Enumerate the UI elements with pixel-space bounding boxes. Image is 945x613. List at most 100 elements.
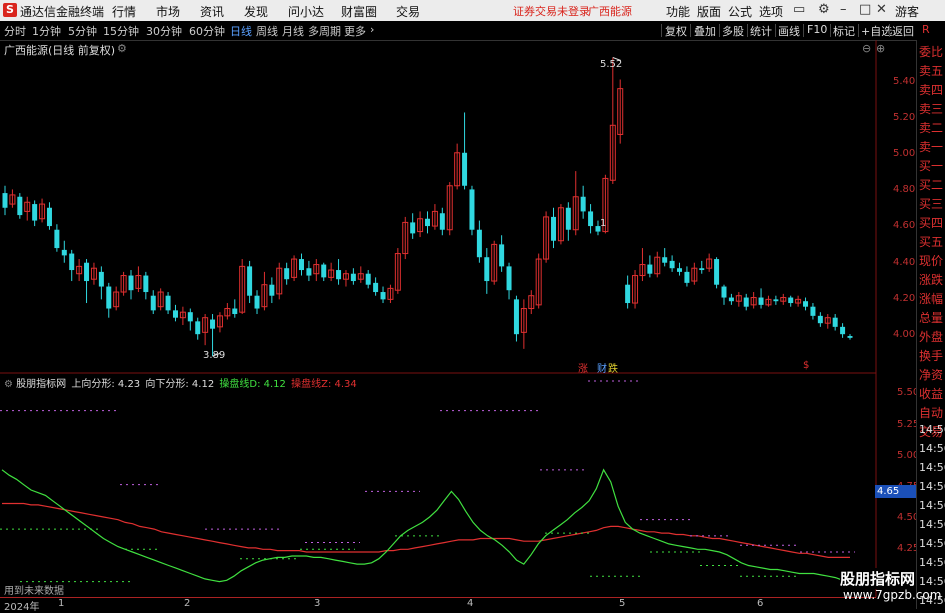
candle-body bbox=[817, 315, 823, 324]
period-tab-30min[interactable]: 30分钟 bbox=[146, 23, 182, 39]
message-icon[interactable]: ▭ bbox=[793, 2, 805, 17]
user-label[interactable]: 游客 bbox=[895, 3, 919, 20]
menu-item-layout[interactable]: 版面 bbox=[697, 3, 721, 20]
settings-icon[interactable]: ⚙ bbox=[818, 2, 830, 17]
period-tab-timeshare[interactable]: 分时 bbox=[4, 23, 26, 39]
toolbar-overlay[interactable]: 叠加 bbox=[694, 23, 716, 39]
app-logo-icon: S bbox=[3, 3, 17, 17]
maximize-icon[interactable]: □ bbox=[859, 2, 871, 17]
side-panel-item[interactable]: 买二 bbox=[919, 179, 943, 192]
menu-item-wealth[interactable]: 财富圈 bbox=[341, 3, 377, 20]
side-panel-item[interactable]: 总量 bbox=[919, 312, 943, 325]
event-label-rise[interactable]: 涨 bbox=[578, 360, 588, 375]
candle-body bbox=[728, 297, 734, 302]
candle-body bbox=[321, 264, 327, 278]
side-panel-item[interactable]: 卖五 bbox=[919, 65, 943, 78]
candle-body bbox=[143, 275, 149, 293]
menu-item-ask[interactable]: 问小达 bbox=[288, 3, 324, 20]
toolbar-f10[interactable]: F10 bbox=[807, 23, 827, 36]
menu-item-discover[interactable]: 发现 bbox=[244, 3, 268, 20]
candle-body bbox=[810, 306, 816, 316]
side-panel-item[interactable]: 卖二 bbox=[919, 122, 943, 135]
toolbar-add-watchlist[interactable]: +自选 bbox=[861, 23, 892, 39]
side-panel-item[interactable]: 收益 bbox=[919, 388, 943, 401]
period-tab-60min[interactable]: 60分钟 bbox=[189, 23, 225, 39]
date-label-month: 3 bbox=[314, 598, 321, 609]
candle-body bbox=[247, 266, 253, 296]
menu-item-news[interactable]: 资讯 bbox=[200, 3, 224, 20]
toolbar-restore-rights[interactable]: 复权 bbox=[665, 23, 687, 39]
event-label-finance[interactable]: 财 bbox=[597, 360, 607, 375]
candle-body bbox=[84, 262, 90, 282]
toolbar-draw-line[interactable]: 画线 bbox=[778, 23, 800, 39]
minimize-icon[interactable]: – bbox=[840, 2, 847, 17]
line-z-label: 操盘线Z: bbox=[291, 379, 332, 390]
candle-body bbox=[232, 308, 238, 315]
side-panel-item[interactable]: 买三 bbox=[919, 198, 943, 211]
toolbar-divider bbox=[719, 24, 720, 37]
side-panel-item[interactable]: 涨幅 bbox=[919, 293, 943, 306]
current-value-badge: 4.65 bbox=[875, 485, 917, 498]
future-data-note: 用到未来数据 bbox=[4, 586, 64, 597]
side-panel-item[interactable]: 现价 bbox=[919, 255, 943, 268]
side-panel-item[interactable]: 买四 bbox=[919, 217, 943, 230]
settings-icon[interactable]: ⚙ bbox=[117, 42, 127, 55]
candle-body bbox=[306, 268, 312, 276]
menu-item-quotes[interactable]: 行情 bbox=[112, 3, 136, 20]
toolbar-multi-stock[interactable]: 多股 bbox=[722, 23, 744, 39]
close-icon[interactable]: ✕ bbox=[876, 2, 887, 17]
trade-login-notice[interactable]: 证券交易未登录 bbox=[513, 3, 590, 19]
side-panel-item[interactable]: 自动 bbox=[919, 407, 943, 420]
zoom-in-icon[interactable]: ⊕ bbox=[876, 42, 885, 55]
period-tab-1min[interactable]: 1分钟 bbox=[32, 23, 61, 39]
toolbar-mark[interactable]: 标记 bbox=[833, 23, 855, 39]
settings-icon[interactable]: ⚙ bbox=[4, 379, 13, 390]
menu-item-trade[interactable]: 交易 bbox=[396, 3, 420, 20]
period-tab-monthly[interactable]: 月线 bbox=[282, 23, 304, 39]
side-panel-item[interactable]: 外盘 bbox=[919, 331, 943, 344]
side-panel-item[interactable]: 换手 bbox=[919, 350, 943, 363]
period-tab-15min[interactable]: 15分钟 bbox=[103, 23, 139, 39]
panel-letter-r[interactable]: R bbox=[922, 23, 930, 36]
period-tab-daily[interactable]: 日线 bbox=[230, 23, 252, 39]
period-tab-more[interactable]: 更多 bbox=[344, 23, 366, 39]
candle-body bbox=[714, 259, 720, 285]
candle-body bbox=[773, 299, 779, 302]
side-panel-item[interactable]: 涨跌 bbox=[919, 274, 943, 287]
toolbar-back[interactable]: 返回 bbox=[892, 23, 914, 39]
menu-item-options[interactable]: 选项 bbox=[759, 3, 783, 20]
menu-item-market[interactable]: 市场 bbox=[156, 3, 180, 20]
toolbar-statistics[interactable]: 统计 bbox=[750, 23, 772, 39]
menu-item-function[interactable]: 功能 bbox=[666, 3, 690, 20]
side-panel-item[interactable]: 委比 bbox=[919, 46, 943, 59]
side-panel-item[interactable]: 买五 bbox=[919, 236, 943, 249]
event-label-fall[interactable]: 跌 bbox=[608, 360, 618, 375]
toolbar-divider bbox=[775, 24, 776, 37]
side-panel-item[interactable]: 卖四 bbox=[919, 84, 943, 97]
side-panel-item[interactable]: 买一 bbox=[919, 160, 943, 173]
menu-item-formula[interactable]: 公式 bbox=[728, 3, 752, 20]
event-label-dividend[interactable]: $ bbox=[803, 360, 809, 371]
candle-body bbox=[588, 211, 594, 227]
indicator-name[interactable]: 股朋指标网 bbox=[16, 379, 66, 390]
chart-canvas[interactable] bbox=[0, 40, 916, 609]
side-panel-item[interactable]: 净资 bbox=[919, 369, 943, 382]
period-tab-weekly[interactable]: 周线 bbox=[256, 23, 278, 39]
side-panel-item[interactable]: 卖一 bbox=[919, 141, 943, 154]
candle-body bbox=[128, 275, 134, 291]
candle-body bbox=[669, 260, 675, 269]
period-tab-multi[interactable]: 多周期 bbox=[308, 23, 341, 39]
candle-body bbox=[350, 273, 356, 282]
zoom-out-icon[interactable]: ⊖ bbox=[862, 42, 871, 55]
candle-body bbox=[788, 297, 794, 304]
candle-body bbox=[165, 295, 171, 311]
price-tick: 4.20 bbox=[893, 293, 916, 304]
side-panel-item[interactable]: 卖三 bbox=[919, 103, 943, 116]
candle-body bbox=[98, 271, 104, 287]
candle-body bbox=[46, 207, 52, 227]
candle-body bbox=[840, 326, 846, 335]
candle-body bbox=[373, 282, 379, 293]
chart-grid bbox=[0, 40, 877, 597]
chevron-right-icon[interactable]: › bbox=[370, 23, 374, 36]
period-tab-5min[interactable]: 5分钟 bbox=[68, 23, 97, 39]
